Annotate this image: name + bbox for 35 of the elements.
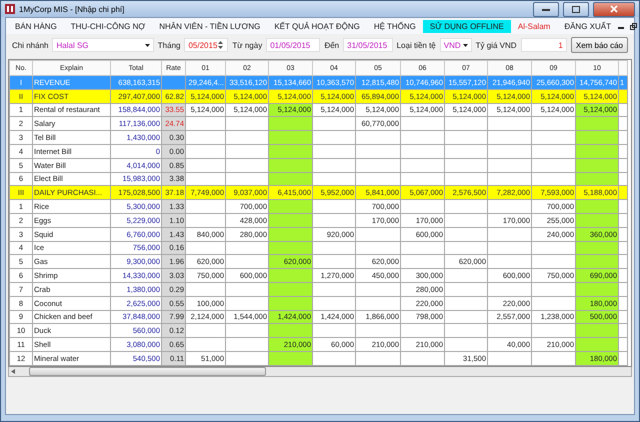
menu-item[interactable]: BÁN HÀNG — [8, 20, 64, 32]
minimize-button[interactable] — [533, 2, 559, 16]
menu-item[interactable]: SỬ DỤNG OFFLINE — [422, 20, 511, 32]
menu-item[interactable]: Al-Salam — [510, 20, 558, 32]
caret-icon — [462, 44, 468, 46]
menu-item[interactable]: THU-CHI-CÔNG NỢ — [64, 20, 152, 32]
horizontal-scrollbar[interactable] — [8, 366, 632, 377]
from-date-label: Từ ngày — [232, 40, 262, 50]
currency-label: Loại tiền tệ — [396, 40, 436, 50]
maximize-button[interactable] — [563, 2, 589, 16]
minimize-icon — [542, 7, 550, 11]
close-icon — [610, 5, 618, 13]
menu-item[interactable]: NHÂN VIÊN - TIỀN LƯƠNG — [152, 20, 268, 32]
restore-icon[interactable] — [630, 22, 637, 30]
from-date-field[interactable]: 01/05/2015 — [266, 38, 320, 52]
branch-label: Chi nhánh — [12, 40, 48, 50]
exchange-rate-label: Tỷ giá VND — [476, 40, 517, 50]
close-button[interactable] — [593, 2, 635, 16]
menu-item[interactable]: HỆ THỐNG — [366, 20, 423, 32]
menu-item[interactable]: KẾT QUẢ HOẠT ĐỘNG — [267, 20, 367, 32]
currency-dropdown[interactable]: VND — [440, 38, 472, 52]
maximize-icon — [572, 6, 580, 12]
month-field[interactable]: 05/2015 — [184, 38, 228, 52]
menu-item[interactable]: ĐĂNG XUẤT — [557, 20, 618, 32]
to-date-label: Đến — [324, 40, 340, 50]
caret-icon — [144, 44, 150, 46]
view-report-button[interactable]: Xem báo cáo — [570, 37, 628, 53]
app-icon — [5, 4, 15, 14]
scroll-left-icon[interactable] — [11, 368, 15, 374]
exchange-rate-field[interactable]: 1 — [520, 38, 567, 52]
window-title: 1MyCorp MIS - [Nhập chi phí] — [19, 4, 126, 14]
branch-dropdown[interactable]: Halal SG — [52, 38, 154, 52]
month-label: Tháng — [158, 40, 180, 50]
to-date-field[interactable]: 31/05/2015 — [343, 38, 393, 52]
spinner-icon[interactable] — [217, 40, 224, 50]
